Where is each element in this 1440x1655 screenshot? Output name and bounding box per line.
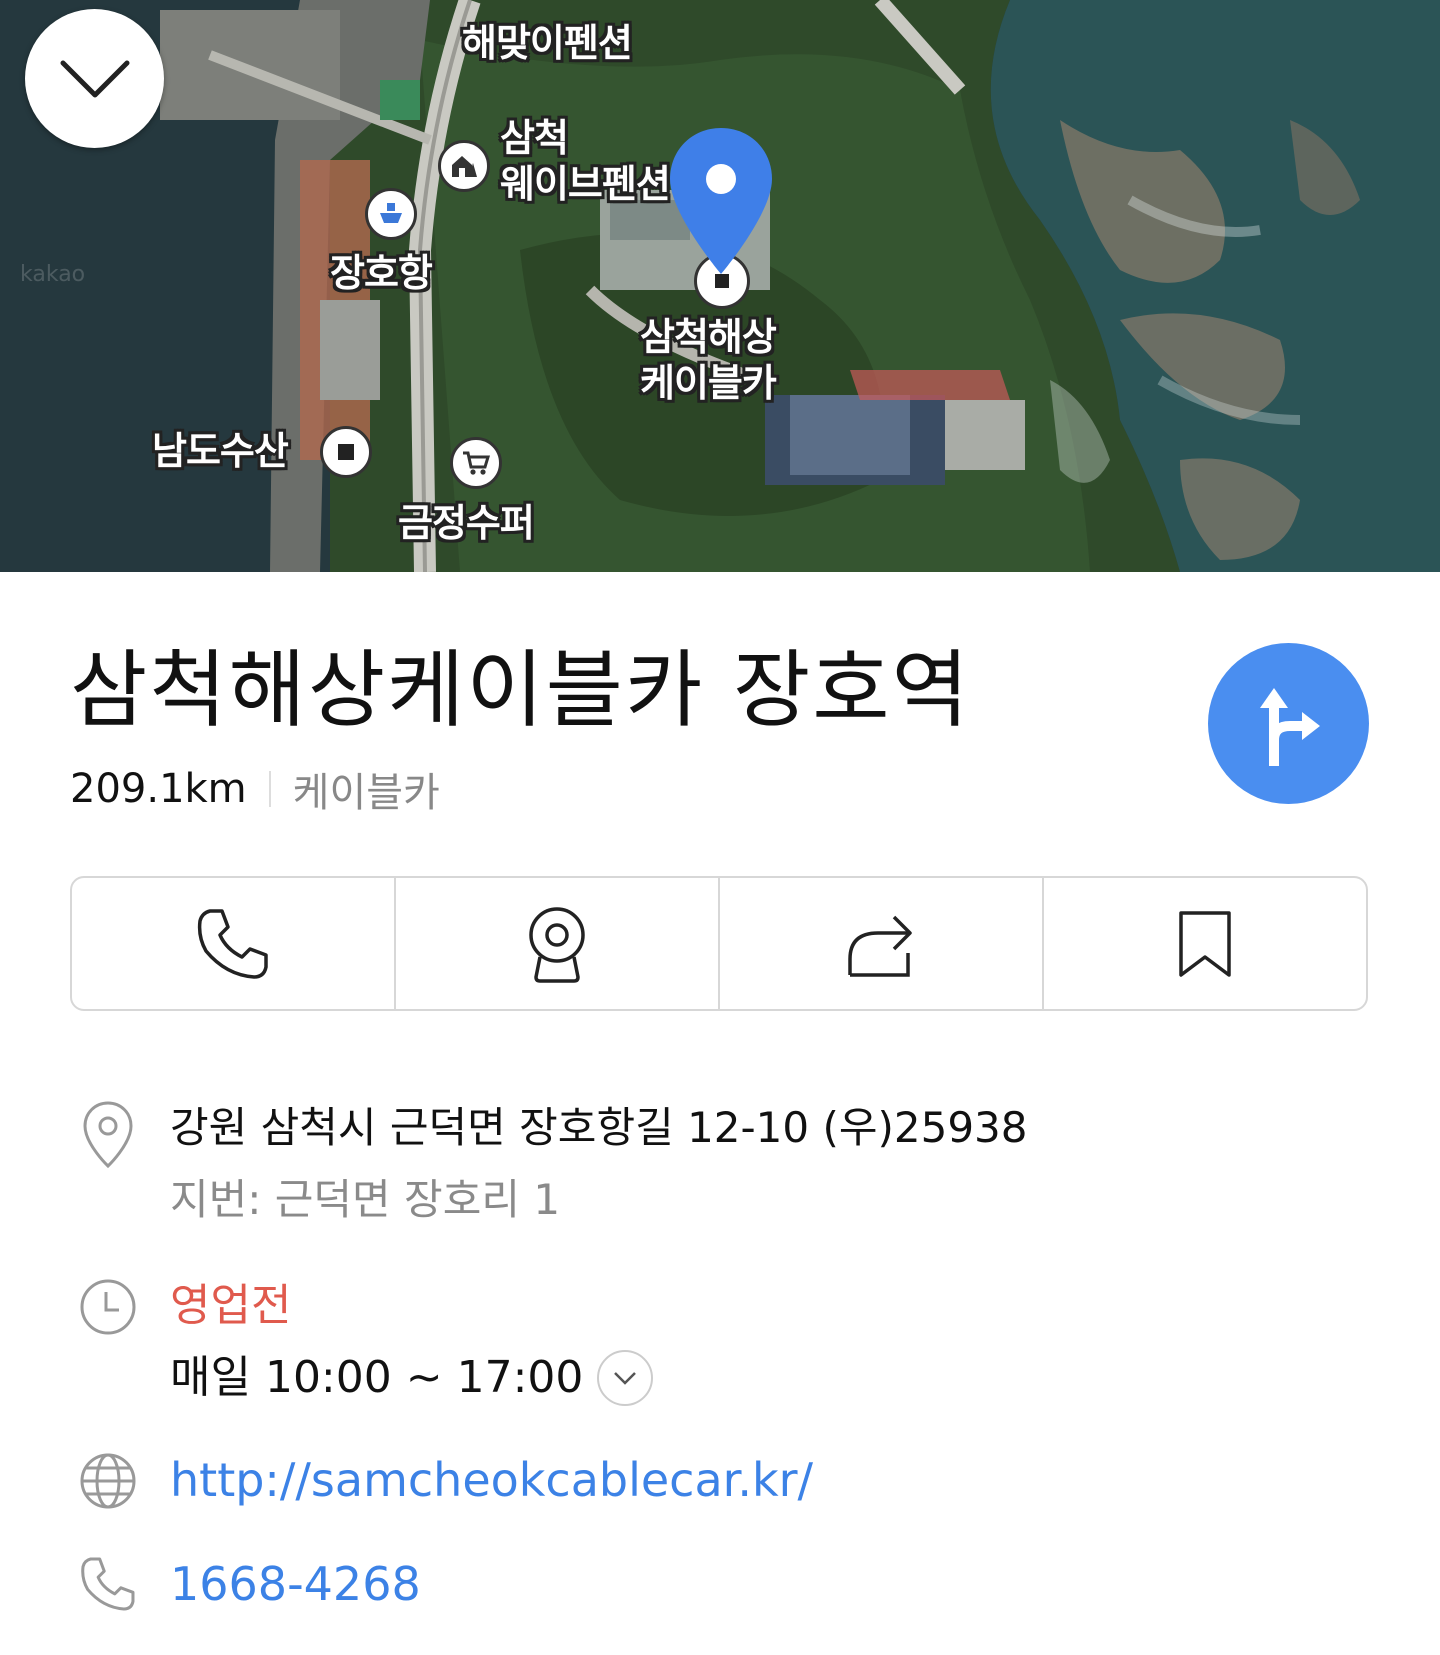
action-bar (70, 876, 1368, 1011)
phone-row: 1668-4268 (78, 1556, 421, 1612)
share-icon (848, 915, 912, 977)
phone-icon (81, 1557, 135, 1611)
map-label-wave-pension[interactable]: 삼척 웨이브펜션 (500, 115, 671, 207)
hours-row: 영업전 매일 10:00 ~ 17:00 (78, 1278, 654, 1406)
place-distance: 209.1km (70, 766, 247, 812)
directions-icon (1259, 687, 1320, 766)
road-address[interactable]: 강원 삼척시 근덕면 장호항길 12-10 (우)25938 (170, 1100, 1028, 1156)
business-status: 영업전 (170, 1280, 292, 1331)
map-label-haemaji[interactable]: 해맞이펜션 (462, 20, 633, 66)
business-hours: 매일 10:00 ~ 17:00 (170, 1352, 584, 1403)
location-pin-icon[interactable] (668, 126, 774, 304)
share-button[interactable] (720, 878, 1044, 1009)
address-row: 강원 삼척시 근덕면 장호항길 12-10 (우)25938 지번: 근덕면 장… (78, 1100, 1028, 1228)
call-button[interactable] (72, 878, 396, 1009)
hours-expand-button[interactable] (597, 1350, 654, 1406)
cart-icon[interactable] (450, 437, 502, 489)
roadview-icon (529, 906, 585, 983)
map-label-cablecar[interactable]: 삼척해상 케이블카 (640, 314, 777, 406)
bookmark-button[interactable] (1044, 878, 1366, 1009)
place-title: 삼척해상케이블카 장호역 (70, 641, 971, 739)
place-category: 케이블카 (292, 770, 440, 816)
chevron-down-icon (614, 1372, 637, 1385)
house-icon[interactable] (438, 140, 490, 192)
chevron-down-icon (60, 60, 129, 97)
clock-icon (80, 1279, 136, 1335)
meta-divider (268, 771, 271, 807)
ship-icon[interactable] (365, 188, 417, 240)
lot-address: 지번: 근덕면 장호리 1 (170, 1175, 561, 1224)
bookmark-icon (1179, 910, 1231, 977)
map-watermark: kakao (20, 262, 86, 287)
website-link[interactable]: http://samcheokcablecar.kr/ (170, 1452, 813, 1508)
location-pin-icon (83, 1101, 133, 1169)
collapse-map-button[interactable] (25, 9, 164, 148)
satellite-map[interactable]: kakao 해맞이펜션 삼척 웨이브펜션 장호항 삼척해상 케이블카 남도수산 … (0, 0, 1440, 572)
place-meta: 209.1km 케이블카 (70, 760, 440, 818)
map-label-geumjeong[interactable]: 금정수퍼 (398, 500, 535, 546)
square-icon[interactable] (320, 426, 372, 478)
directions-button[interactable] (1208, 643, 1369, 804)
globe-icon (80, 1453, 136, 1509)
phone-icon (197, 908, 268, 979)
phone-number[interactable]: 1668-4268 (170, 1556, 421, 1612)
website-row: http://samcheokcablecar.kr/ (78, 1452, 813, 1510)
map-label-jangho-port[interactable]: 장호항 (330, 250, 433, 296)
roadview-button[interactable] (396, 878, 720, 1009)
map-label-namdo[interactable]: 남도수산 (152, 428, 289, 474)
